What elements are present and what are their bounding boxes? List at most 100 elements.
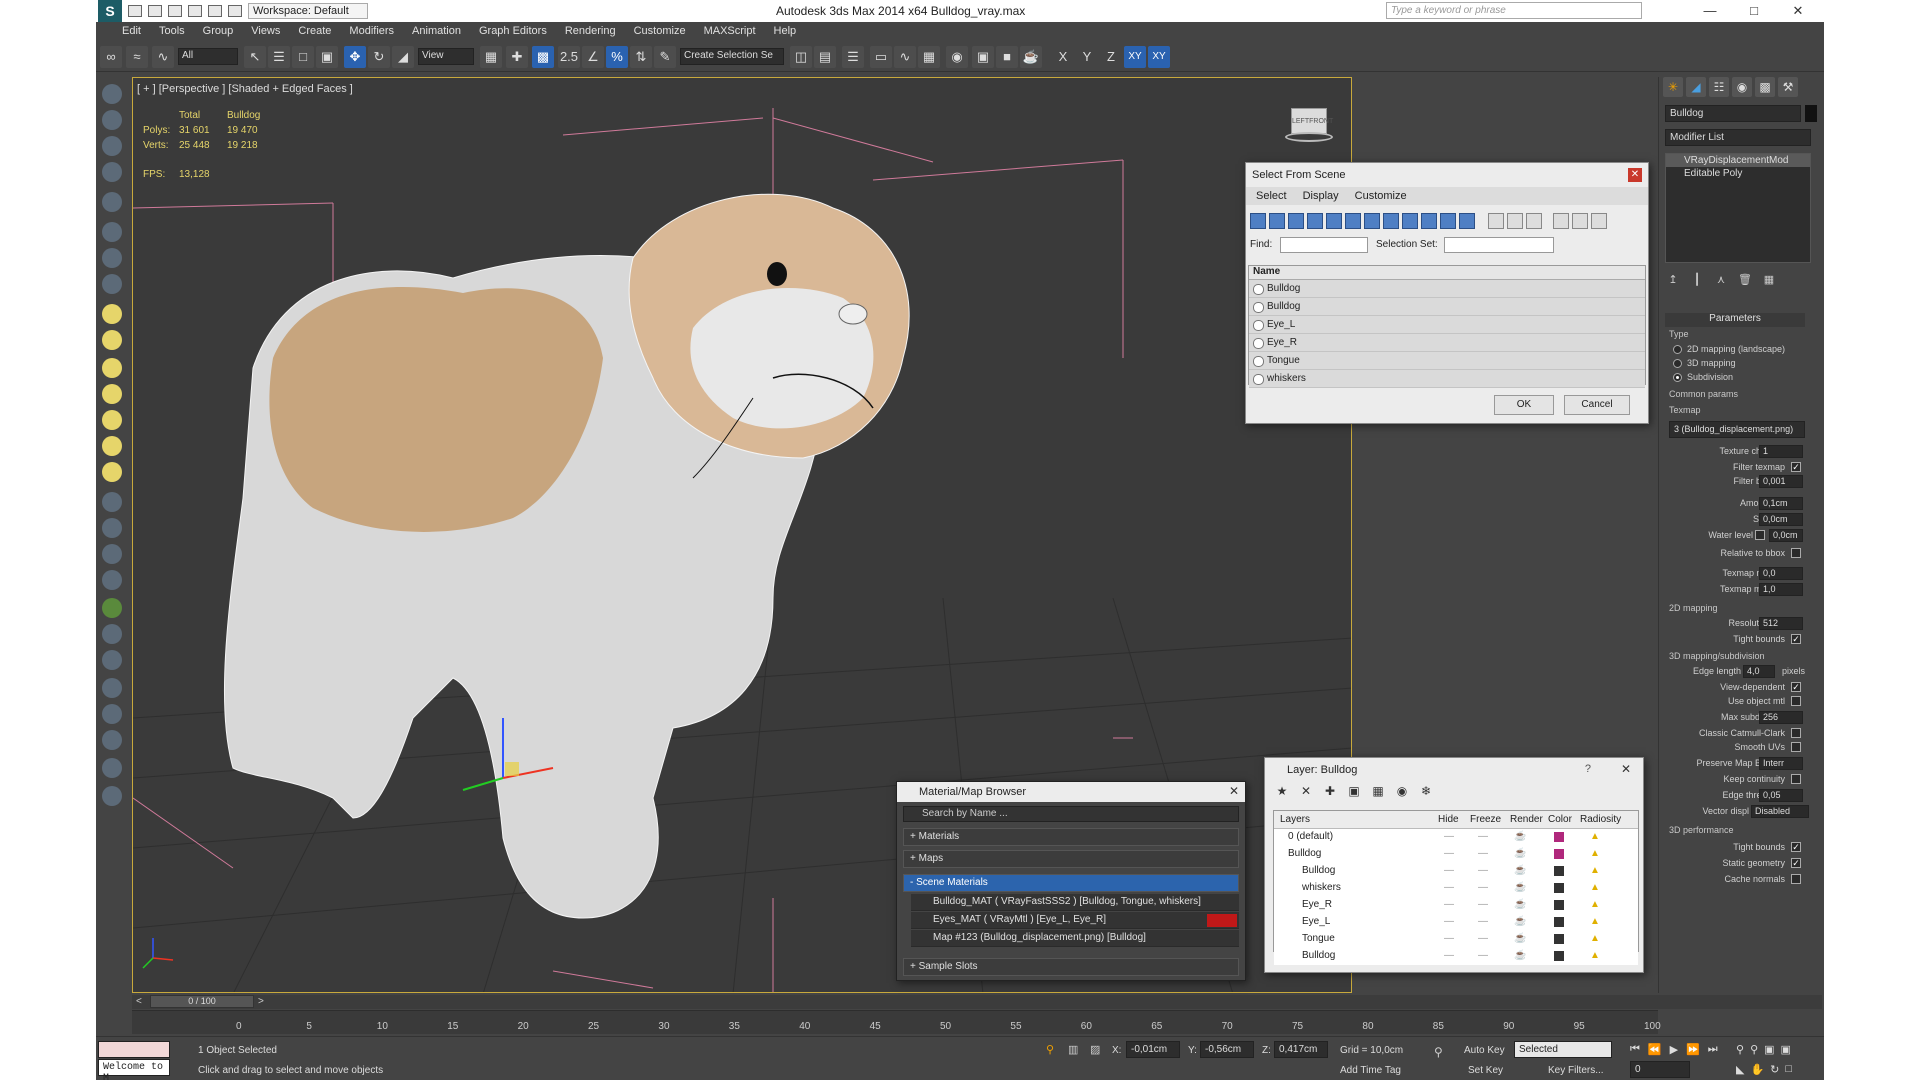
selection-set-dropdown[interactable] xyxy=(1444,237,1554,253)
display-lights-icon[interactable] xyxy=(1288,213,1304,229)
find-input[interactable] xyxy=(1280,237,1368,253)
freeze-toggle[interactable]: — xyxy=(1478,899,1488,910)
edge-length-spinner[interactable]: 4,0 xyxy=(1743,665,1775,678)
bulldog-model[interactable] xyxy=(223,193,910,919)
layer-manager-icon[interactable]: ☰ xyxy=(842,46,864,68)
select-move-icon[interactable]: ✥ xyxy=(344,46,366,68)
menu-maxscript[interactable]: MAXScript xyxy=(704,25,756,37)
hide-toggle[interactable]: — xyxy=(1444,899,1454,910)
set-key-button[interactable]: Set Key xyxy=(1468,1065,1503,1076)
select-manipulate-icon[interactable]: ✚ xyxy=(506,46,528,68)
cancel-button[interactable]: Cancel xyxy=(1564,395,1630,415)
open-file-icon[interactable] xyxy=(148,5,162,17)
list-item[interactable]: Bulldog_MAT ( VRayFastSSS2 ) [Bulldog, T… xyxy=(911,894,1239,911)
toolbar-icon-16[interactable] xyxy=(102,704,122,724)
column-color[interactable]: Color xyxy=(1548,814,1572,825)
resolution-spinner[interactable]: 512 xyxy=(1759,617,1803,630)
object-color-swatch[interactable] xyxy=(1805,105,1817,122)
zoom-icon[interactable]: ⚲ xyxy=(1736,1043,1744,1056)
menu-help[interactable]: Help xyxy=(774,25,797,37)
close-icon[interactable]: ✕ xyxy=(1621,762,1631,776)
menu-customize[interactable]: Customize xyxy=(634,25,686,37)
utilities-tab-icon[interactable]: ⚒ xyxy=(1778,77,1798,97)
render-toggle-icon[interactable]: ☕ xyxy=(1514,950,1526,961)
maxscript-mini-listener[interactable] xyxy=(98,1041,170,1058)
show-end-result-icon[interactable]: ┃ xyxy=(1689,273,1705,289)
hide-toggle[interactable]: — xyxy=(1444,933,1454,944)
display-spacewarps-icon[interactable] xyxy=(1345,213,1361,229)
list-item[interactable]: whiskers xyxy=(1249,370,1645,388)
layer-color-swatch[interactable] xyxy=(1554,849,1564,859)
render-toggle-icon[interactable]: ☕ xyxy=(1514,865,1526,876)
filter-icon[interactable] xyxy=(1553,213,1569,229)
classic-catmull-checkbox[interactable] xyxy=(1791,728,1801,738)
box-primitive-icon[interactable] xyxy=(102,304,122,324)
sfs-menu-display[interactable]: Display xyxy=(1303,190,1339,202)
display-cameras-icon[interactable] xyxy=(1307,213,1323,229)
display-xrefs-icon[interactable] xyxy=(1383,213,1399,229)
table-row[interactable]: Bulldog — — ☕ ▲ xyxy=(1274,863,1638,880)
hierarchy-icon[interactable] xyxy=(1572,213,1588,229)
maximize-viewport-icon[interactable]: □ xyxy=(1785,1063,1792,1076)
rendered-frame-window-icon[interactable]: ■ xyxy=(996,46,1018,68)
configure-sets-icon[interactable]: ▦ xyxy=(1761,273,1777,289)
modify-tab-icon[interactable]: ◢ xyxy=(1686,77,1706,97)
app-logo-icon[interactable]: S xyxy=(98,0,122,22)
align-icon[interactable]: ▤ xyxy=(814,46,836,68)
menu-graph-editors[interactable]: Graph Editors xyxy=(479,25,547,37)
motion-tab-icon[interactable]: ◉ xyxy=(1732,77,1752,97)
hide-toggle[interactable]: — xyxy=(1444,882,1454,893)
radiosity-icon[interactable]: ▲ xyxy=(1590,916,1600,927)
display-bones-icon[interactable] xyxy=(1402,213,1418,229)
toolbar-icon-14[interactable] xyxy=(102,650,122,670)
table-row[interactable]: 0 (default) — — ☕ ▲ xyxy=(1274,829,1638,846)
menu-create[interactable]: Create xyxy=(298,25,331,37)
layer-color-swatch[interactable] xyxy=(1554,866,1564,876)
modifier-list-dropdown[interactable]: Modifier List xyxy=(1665,129,1811,146)
column-render[interactable]: Render xyxy=(1510,814,1543,825)
maxscript-listener[interactable]: Welcome to M xyxy=(98,1059,170,1080)
menu-animation[interactable]: Animation xyxy=(412,25,461,37)
radiosity-icon[interactable]: ▲ xyxy=(1590,848,1600,859)
highlight-selected-icon[interactable]: ▦ xyxy=(1369,784,1387,802)
x-coord-field[interactable]: -0,01cm xyxy=(1126,1041,1180,1058)
goto-end-icon[interactable]: ⏭ xyxy=(1708,1043,1718,1056)
prev-frame-icon[interactable]: ⏪ xyxy=(1648,1043,1662,1056)
menu-modifiers[interactable]: Modifiers xyxy=(349,25,394,37)
display-frozen-icon[interactable] xyxy=(1440,213,1456,229)
stack-item[interactable]: VRayDisplacementMod xyxy=(1666,154,1810,167)
display-tab-icon[interactable]: ▩ xyxy=(1755,77,1775,97)
list-item[interactable]: Eye_R xyxy=(1249,334,1645,352)
menu-tools[interactable]: Tools xyxy=(159,25,185,37)
toolbar-icon-7[interactable] xyxy=(102,248,122,268)
axis-xy-cycle-button[interactable]: XY xyxy=(1148,46,1170,68)
material-editor-icon[interactable]: ◉ xyxy=(946,46,968,68)
list-item[interactable]: Map #123 (Bulldog_displacement.png) [Bul… xyxy=(911,930,1239,947)
materials-group[interactable]: + Materials xyxy=(903,828,1239,846)
tube-primitive-icon[interactable] xyxy=(102,436,122,456)
radiosity-icon[interactable]: ▲ xyxy=(1590,933,1600,944)
close-icon[interactable]: ✕ xyxy=(1229,784,1239,798)
select-all-icon[interactable] xyxy=(1488,213,1504,229)
render-toggle-icon[interactable]: ☕ xyxy=(1514,848,1526,859)
select-object-icon[interactable]: ↖ xyxy=(244,46,266,68)
axis-xy-button[interactable]: XY xyxy=(1124,46,1146,68)
help-search-input[interactable]: Type a keyword or phrase xyxy=(1386,2,1642,19)
smooth-uvs-checkbox[interactable] xyxy=(1791,742,1801,752)
graphite-ribbon-icon[interactable]: ▭ xyxy=(870,46,892,68)
render-production-icon[interactable]: ☕ xyxy=(1020,46,1042,68)
toolbar-icon-4[interactable] xyxy=(102,162,122,182)
filter-texmap-checkbox[interactable]: ✓ xyxy=(1791,462,1801,472)
sfs-menu-select[interactable]: Select xyxy=(1256,190,1287,202)
water-level-checkbox[interactable] xyxy=(1755,530,1765,540)
render-toggle-icon[interactable]: ☕ xyxy=(1514,831,1526,842)
toolbar-icon-15[interactable] xyxy=(102,678,122,698)
axis-z-button[interactable]: Z xyxy=(1100,46,1122,68)
geosphere-primitive-icon[interactable] xyxy=(102,384,122,404)
toolbar-icon-13[interactable] xyxy=(102,624,122,644)
tight-bounds-checkbox[interactable]: ✓ xyxy=(1791,634,1801,644)
freeze-toggle[interactable]: — xyxy=(1478,882,1488,893)
key-icon[interactable]: ⚲ xyxy=(1434,1045,1443,1059)
help-icon[interactable]: ? xyxy=(1585,763,1591,775)
freeze-toggle[interactable]: — xyxy=(1478,865,1488,876)
